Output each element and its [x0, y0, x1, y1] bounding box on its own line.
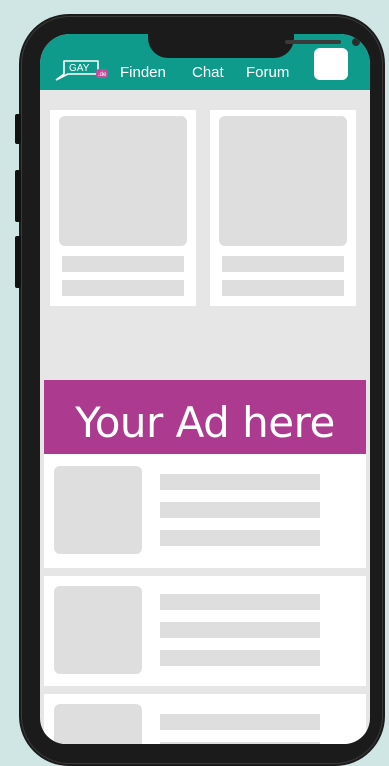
list-item[interactable] [44, 694, 366, 744]
profile-image-placeholder [219, 116, 347, 246]
text-line-placeholder [160, 622, 320, 638]
text-line-placeholder [222, 280, 344, 296]
nav-finden[interactable]: Finden [120, 64, 166, 81]
text-line-placeholder [160, 742, 320, 744]
text-line-placeholder [62, 280, 184, 296]
mute-switch [15, 114, 21, 144]
profile-card[interactable] [210, 110, 356, 306]
logo-badge: .de [98, 72, 107, 78]
text-line-placeholder [160, 474, 320, 490]
logo-text: GAY [69, 63, 90, 74]
phone-screen: GAY .de Finden Chat Forum Your Ad here [40, 34, 370, 744]
volume-down-button [15, 236, 21, 288]
text-line-placeholder [160, 650, 320, 666]
thumbnail-placeholder [54, 466, 142, 554]
thumbnail-placeholder [54, 704, 142, 744]
volume-up-button [15, 170, 21, 222]
ad-banner[interactable]: Your Ad here [44, 380, 366, 464]
list-item[interactable] [44, 576, 366, 686]
list-item[interactable] [44, 454, 366, 568]
text-line-placeholder [160, 714, 320, 730]
nav-forum[interactable]: Forum [246, 64, 289, 81]
gay-logo-icon[interactable]: GAY .de [52, 56, 112, 82]
phone-notch [148, 34, 360, 58]
profile-card[interactable] [50, 110, 196, 306]
text-line-placeholder [160, 530, 320, 546]
nav-chat[interactable]: Chat [192, 64, 224, 81]
speaker-grille [285, 40, 341, 44]
text-line-placeholder [160, 502, 320, 518]
profile-button[interactable] [314, 48, 348, 80]
text-line-placeholder [160, 594, 320, 610]
front-camera [352, 38, 360, 46]
text-line-placeholder [62, 256, 184, 272]
ad-text: Your Ad here [75, 397, 335, 447]
profile-image-placeholder [59, 116, 187, 246]
thumbnail-placeholder [54, 586, 142, 674]
text-line-placeholder [222, 256, 344, 272]
